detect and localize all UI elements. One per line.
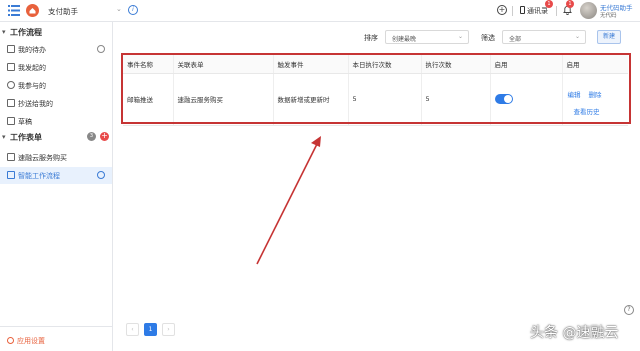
add-form-button[interactable]: + — [100, 132, 109, 141]
app-settings-link[interactable]: 应用设置 — [7, 336, 45, 346]
user-icon — [7, 81, 15, 89]
app-title[interactable]: 支付助手 — [48, 6, 78, 17]
sidebar-item-drafts[interactable]: 草稿 — [0, 113, 112, 130]
enabled-toggle[interactable] — [494, 94, 513, 104]
table-header-row: 事件名称 关联表单 触发事件 本日执行次数 执行次数 启用 启用 — [123, 55, 628, 74]
prev-page-button[interactable]: ‹ — [126, 323, 139, 336]
sidebar-item-smart-workflow[interactable]: 智能工作流程 — [0, 167, 112, 184]
delete-link[interactable]: 删除 — [589, 89, 602, 99]
divider — [512, 6, 513, 16]
caret-down-icon: ▾ — [2, 133, 6, 141]
main-panel: 排序 创建最晚 ⌄ 筛选 全部 ⌄ 新建 事件名称 关联表单 触发事件 本日执行… — [113, 22, 640, 351]
events-table: 事件名称 关联表单 触发事件 本日执行次数 执行次数 启用 启用 邮箱推送 速融… — [123, 55, 628, 126]
sidebar-item-label: 智能工作流程 — [18, 172, 60, 180]
workflow-section-title: 工作流程 — [10, 28, 42, 37]
sidebar: ▾ 工作流程 我的待办 我发起的 我参与的 抄送给我的 草稿 ▾ 工作表单 3 … — [0, 22, 113, 351]
total-count-cell: 5 — [420, 73, 490, 126]
filter-label: 筛选 — [481, 34, 495, 42]
menu-icon[interactable] — [8, 5, 20, 16]
table-row: 邮箱推送 速融云服务购买 数据新增或更新时 5 5 编辑 删除 查看历史 — [123, 73, 628, 126]
watermark: 头条 @速融云 — [530, 325, 619, 341]
column-header: 启用 — [489, 55, 562, 74]
checkbox-icon — [7, 45, 15, 53]
sidebar-item-service-purchase[interactable]: 速融云服务购买 — [0, 149, 112, 166]
contacts-badge: 1 — [545, 0, 553, 8]
contacts-label: 通讯录 — [527, 7, 548, 15]
form-icon — [7, 153, 15, 161]
column-header: 启用 — [561, 55, 628, 74]
sidebar-item-initiated[interactable]: 我发起的 — [0, 59, 112, 76]
sidebar-item-label: 我的待办 — [18, 46, 46, 54]
column-header: 触发事件 — [272, 55, 348, 74]
user-subtitle: 无代码 — [600, 13, 617, 19]
event-name-cell: 邮箱推送 — [123, 73, 173, 126]
column-header: 本日执行次数 — [347, 55, 421, 74]
sort-select[interactable]: 创建最晚 ⌄ — [385, 30, 469, 44]
draft-icon — [7, 117, 15, 125]
edit-link[interactable]: 编辑 — [568, 89, 581, 99]
new-button[interactable]: 新建 — [597, 30, 621, 44]
column-header: 执行次数 — [420, 55, 490, 74]
divider — [0, 326, 112, 327]
filter-select-value: 全部 — [509, 36, 522, 43]
filter-select[interactable]: 全部 ⌄ — [502, 30, 586, 44]
send-icon — [7, 63, 15, 71]
avatar[interactable] — [580, 2, 597, 19]
add-circle-icon[interactable]: + — [497, 5, 507, 15]
sort-select-value: 创建最晚 — [392, 36, 417, 43]
home-icon[interactable] — [26, 4, 39, 17]
sidebar-item-cc-to-me[interactable]: 抄送给我的 — [0, 95, 112, 112]
toggle-knob — [503, 95, 512, 103]
app-switch-chevron-icon[interactable]: ⌄ — [116, 5, 122, 13]
actions-cell: 编辑 删除 查看历史 — [561, 73, 628, 126]
column-header: 关联表单 — [172, 55, 273, 74]
page-number-button[interactable]: 1 — [144, 323, 157, 336]
sidebar-item-label: 我发起的 — [18, 64, 46, 72]
sidebar-item-participated[interactable]: 我参与的 — [0, 77, 112, 94]
forms-count-badge: 3 — [87, 132, 96, 141]
top-bar: 支付助手 ⌄ i + 通讯录 1 1 无代码助手 无代码 — [0, 0, 640, 22]
copy-icon — [7, 99, 15, 107]
settings-icon — [7, 337, 14, 344]
chevron-down-icon: ⌄ — [574, 33, 580, 40]
sidebar-item-label: 速融云服务购买 — [18, 154, 67, 162]
forms-section-title: 工作表单 — [10, 133, 42, 142]
gear-icon[interactable] — [97, 45, 105, 53]
caret-down-icon: ▾ — [2, 28, 6, 36]
bell-badge: 1 — [566, 0, 574, 8]
form-cell: 速融云服务购买 — [172, 73, 273, 126]
view-history-link[interactable]: 查看历史 — [574, 106, 600, 116]
workflow-icon — [7, 171, 15, 179]
divider — [556, 6, 557, 16]
sidebar-item-label: 草稿 — [18, 118, 32, 126]
enabled-cell — [489, 73, 562, 126]
chevron-down-icon: ⌄ — [457, 33, 463, 40]
phone-icon — [520, 6, 525, 14]
column-header: 事件名称 — [123, 55, 173, 74]
sidebar-item-my-todo[interactable]: 我的待办 — [0, 41, 112, 58]
sidebar-item-label: 我参与的 — [18, 82, 46, 90]
sort-label: 排序 — [364, 34, 378, 42]
app-settings-label: 应用设置 — [17, 337, 45, 345]
sidebar-item-label: 抄送给我的 — [18, 100, 53, 108]
next-page-button[interactable]: › — [162, 323, 175, 336]
contacts-button[interactable]: 通讯录 — [520, 6, 548, 16]
today-count-cell: 5 — [347, 73, 421, 126]
help-icon[interactable]: ? — [624, 305, 634, 315]
trigger-cell: 数据新增或更新时 — [272, 73, 348, 126]
info-icon[interactable]: i — [128, 5, 138, 15]
gear-icon[interactable] — [97, 171, 105, 179]
